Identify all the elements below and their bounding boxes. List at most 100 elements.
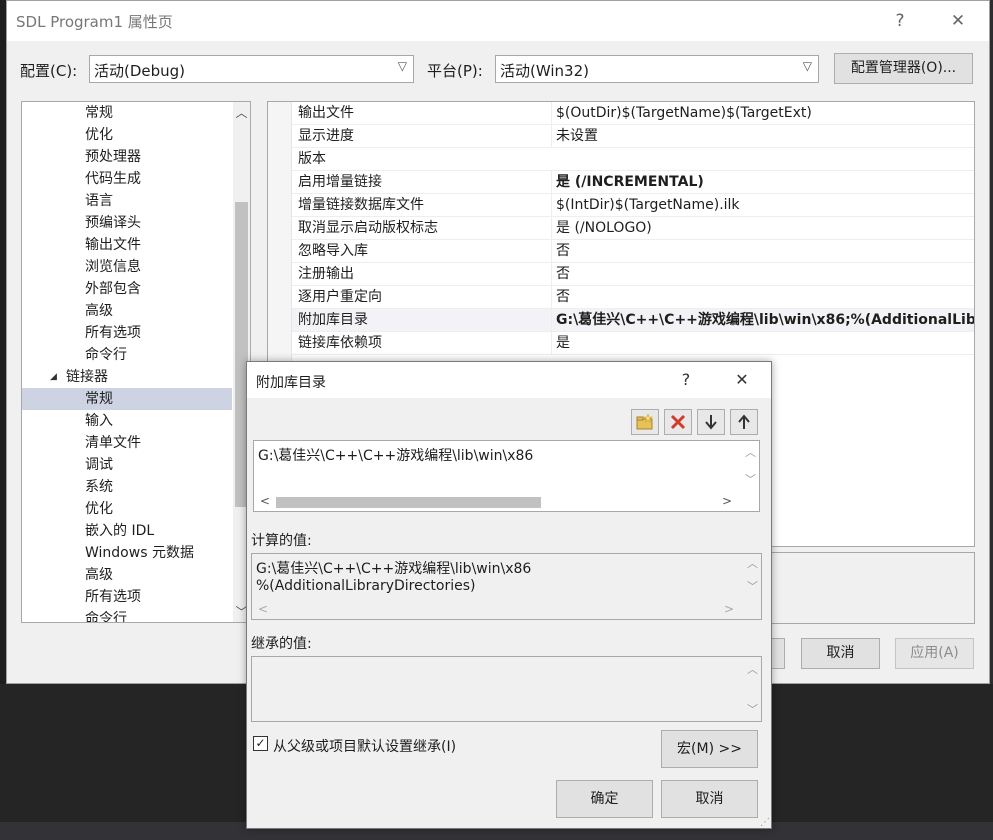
property-value[interactable]: $(IntDir)$(TargetName).ilk — [551, 194, 974, 216]
list-hscroll[interactable]: < > — [254, 494, 743, 511]
expand-collapse-icon[interactable]: ◢ — [50, 366, 57, 388]
platform-select[interactable]: 活动(Win32) ▽ — [495, 55, 819, 83]
tree-item[interactable]: 语言 — [22, 190, 232, 212]
tree-item[interactable]: 优化 — [22, 498, 232, 520]
close-icon[interactable]: ✕ — [943, 7, 973, 35]
tree-item[interactable]: 嵌入的 IDL — [22, 520, 232, 542]
tree-item[interactable]: 命令行 — [22, 608, 232, 622]
tree-item[interactable]: 输出文件 — [22, 234, 232, 256]
tree-item[interactable]: 所有选项 — [22, 322, 232, 344]
tree-item[interactable]: 输入 — [22, 410, 232, 432]
tree-item[interactable]: 预编译头 — [22, 212, 232, 234]
chevron-down-icon: ▽ — [802, 59, 812, 73]
tree-item-label: 常规 — [85, 105, 113, 121]
chevron-left-icon[interactable]: < — [258, 602, 268, 616]
property-value[interactable]: 是 — [551, 332, 974, 354]
help-icon[interactable]: ? — [885, 7, 915, 35]
chevron-right-icon[interactable]: > — [724, 602, 734, 616]
chevron-up-icon[interactable]: ︿ — [233, 104, 250, 121]
property-row[interactable]: 忽略导入库 否 — [292, 240, 974, 263]
tree-item[interactable]: 常规 — [22, 388, 232, 410]
tree-item-label: 优化 — [85, 127, 113, 143]
property-row[interactable]: 注册输出 否 — [292, 263, 974, 286]
tree-item[interactable]: 命令行 — [22, 344, 232, 366]
tree-item-label: 常规 — [85, 391, 113, 407]
chevron-right-icon[interactable]: > — [722, 494, 732, 508]
chevron-up-icon[interactable]: ︿ — [742, 444, 759, 460]
list-vscroll[interactable]: ︿ ﹀ — [742, 441, 759, 493]
window-title-bar: SDL Program1 属性页 — [7, 1, 989, 41]
property-name: 增量链接数据库文件 — [298, 197, 424, 213]
tree-item[interactable]: 清单文件 — [22, 432, 232, 454]
inherited-vscroll[interactable]: ︿ ﹀ — [744, 657, 761, 721]
computed-vscroll[interactable]: ︿ ﹀ — [744, 554, 761, 602]
close-icon[interactable]: ✕ — [729, 366, 755, 394]
tree-item[interactable]: 外部包含 — [22, 278, 232, 300]
tree-item-label: 优化 — [85, 501, 113, 517]
property-value[interactable]: 否 — [551, 263, 974, 285]
property-row[interactable]: 附加库目录 G:\葛佳兴\C++\C++游戏编程\lib\win\x86;%(Ad… — [292, 309, 974, 332]
inherit-checkbox-label[interactable]: 从父级或项目默认设置继承(I) — [273, 736, 456, 756]
property-value[interactable]: 未设置 — [551, 125, 974, 147]
property-value[interactable]: 否 — [551, 286, 974, 308]
chevron-left-icon[interactable]: < — [260, 494, 270, 508]
tree-item[interactable]: 调试 — [22, 454, 232, 476]
macro-button[interactable]: 宏(M) >> — [661, 730, 758, 768]
property-row[interactable]: 启用增量链接 是 (/INCREMENTAL) — [292, 171, 974, 194]
config-manager-button[interactable]: 配置管理器(O)... — [834, 53, 973, 84]
property-name: 附加库目录 — [298, 312, 368, 328]
cancel-button[interactable]: 取消 — [661, 780, 758, 818]
hscroll-thumb[interactable] — [276, 497, 541, 508]
chevron-up-icon[interactable]: ︿ — [744, 661, 761, 677]
resize-grip-icon[interactable]: ⋰ — [760, 817, 770, 828]
tree-item[interactable]: 常规 — [22, 102, 232, 124]
property-name: 忽略导入库 — [298, 243, 368, 259]
delete-icon[interactable] — [664, 409, 692, 435]
property-name: 注册输出 — [298, 266, 354, 282]
property-value[interactable]: 是 (/INCREMENTAL) — [551, 171, 974, 193]
property-value[interactable]: G:\葛佳兴\C++\C++游戏编程\lib\win\x86;%(Additio… — [551, 309, 974, 331]
tree-item[interactable]: ◢ 链接器 — [22, 366, 232, 388]
property-row[interactable]: 版本 — [292, 148, 974, 171]
property-row[interactable]: 显示进度 未设置 — [292, 125, 974, 148]
tree-item[interactable]: 系统 — [22, 476, 232, 498]
tree-item-label: 代码生成 — [85, 171, 141, 187]
move-up-icon[interactable] — [730, 409, 758, 435]
property-row[interactable]: 逐用户重定向 否 — [292, 286, 974, 309]
directory-entry[interactable]: G:\葛佳兴\C++\C++游戏编程\lib\win\x86 — [258, 445, 533, 465]
cancel-button[interactable]: 取消 — [801, 638, 880, 669]
inherit-checkbox[interactable]: ✓ — [253, 736, 268, 751]
property-row[interactable]: 输出文件 $(OutDir)$(TargetName)$(TargetExt) — [292, 102, 974, 125]
property-row[interactable]: 增量链接数据库文件 $(IntDir)$(TargetName).ilk — [292, 194, 974, 217]
config-select[interactable]: 活动(Debug) ▽ — [89, 55, 414, 83]
computed-hscroll[interactable]: < > — [252, 602, 745, 619]
property-value[interactable]: 否 — [551, 240, 974, 262]
tree-item[interactable]: 高级 — [22, 300, 232, 322]
property-row[interactable]: 取消显示启动版权标志 是 (/NOLOGO) — [292, 217, 974, 240]
chevron-down-icon[interactable]: ﹀ — [744, 578, 761, 594]
tree-item[interactable]: 优化 — [22, 124, 232, 146]
property-value[interactable]: $(OutDir)$(TargetName)$(TargetExt) — [551, 102, 974, 124]
directory-list[interactable]: G:\葛佳兴\C++\C++游戏编程\lib\win\x86 ︿ ﹀ < > — [253, 440, 760, 512]
tree-item-label: 语言 — [85, 193, 113, 209]
chevron-down-icon[interactable]: ﹀ — [742, 471, 759, 487]
tree-item[interactable]: 预处理器 — [22, 146, 232, 168]
new-folder-icon[interactable] — [631, 409, 659, 435]
chevron-down-icon[interactable]: ﹀ — [744, 701, 761, 717]
window-title: SDL Program1 属性页 — [16, 13, 173, 31]
tree-item[interactable]: 高级 — [22, 564, 232, 586]
ok-button[interactable]: 确定 — [556, 780, 653, 818]
tree-item[interactable]: Windows 元数据 — [22, 542, 232, 564]
chevron-up-icon[interactable]: ︿ — [744, 555, 761, 571]
tree-item[interactable]: 代码生成 — [22, 168, 232, 190]
property-value[interactable]: 是 (/NOLOGO) — [551, 217, 974, 239]
property-row[interactable]: 链接库依赖项 是 — [292, 332, 974, 355]
tree-item-label: 所有选项 — [85, 325, 141, 341]
tree-item[interactable]: 所有选项 — [22, 586, 232, 608]
property-name: 逐用户重定向 — [298, 289, 382, 305]
help-icon[interactable]: ? — [673, 366, 699, 394]
tree-item[interactable]: 浏览信息 — [22, 256, 232, 278]
move-down-icon[interactable] — [697, 409, 725, 435]
apply-button[interactable]: 应用(A) — [895, 638, 974, 669]
tree-item-label: 命令行 — [85, 347, 127, 363]
